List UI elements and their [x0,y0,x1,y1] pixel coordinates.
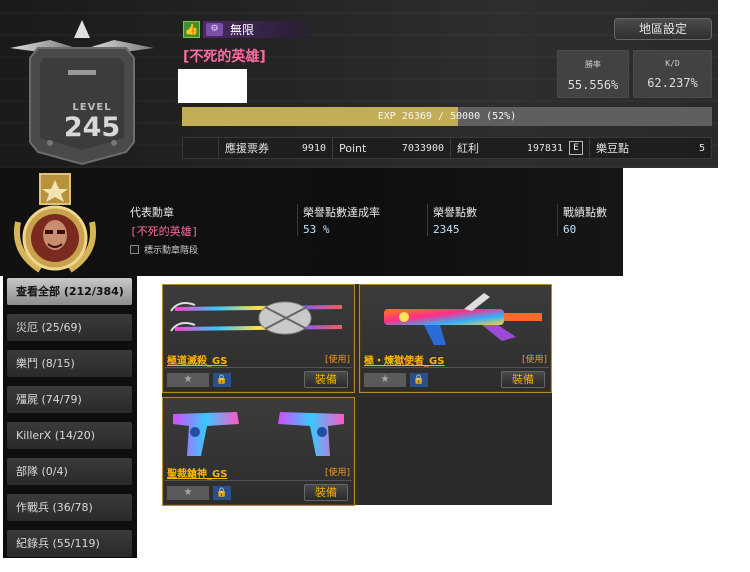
divider [427,204,428,236]
category-troop[interactable]: 部隊 (0/4) [7,458,132,485]
weapon-status: [使用] [324,468,350,478]
exchange-icon[interactable]: E [569,141,583,155]
player-name: [不死的英雄] [183,49,266,65]
category-combat-soldier[interactable]: 作戰兵 (36/78) [7,494,132,521]
currency-value: 9910 [301,142,326,154]
lock-icon[interactable]: 🔒 [213,373,231,387]
win-rate-box: 勝率 55.556% [557,50,629,98]
level-value: 245 [63,112,121,143]
show-stage-checkbox[interactable] [130,245,139,254]
equip-button[interactable]: 裝備 [501,371,545,388]
redacted-area [178,69,247,103]
weapon-name[interactable]: 極道滅殺_GS [167,352,227,367]
win-rate-value: 55.556% [567,78,619,92]
empty-weapon-slot [359,397,552,505]
honor-rate-column: 榮譽點數達成率 53 % [297,204,380,236]
rep-medal-value: [不死的英雄] [130,225,199,238]
currency-value: 197831 [526,142,563,154]
kd-value: 62.237% [647,76,698,90]
lock-icon[interactable]: 🔒 [410,373,428,387]
star-icon[interactable]: ★ [167,486,209,500]
honor-points-label: 榮譽點數 [433,206,477,219]
thumb-icon: 👍 [183,20,200,38]
honor-points-value: 2345 [433,223,460,236]
show-stage-toggle[interactable]: 標示勳章階段 [130,243,198,256]
category-fun-fight[interactable]: 樂鬥 (8/15) [7,350,132,377]
lock-icon[interactable]: 🔒 [213,486,231,500]
currency-label: 樂豆點 [596,142,629,155]
weapon-image [384,293,542,345]
weapon-image [170,301,343,335]
kd-box: K/D 62.237% [633,50,712,98]
currency-bonus: 紅利 197831 E [451,138,590,158]
currency-spacer [183,138,219,158]
honor-points-column: 榮譽點數 2345 [427,204,477,236]
divider [165,480,352,481]
weapon-status: [使用] [521,355,547,365]
divider [165,367,352,368]
divider [557,204,558,236]
currency-label: Point [339,141,367,155]
equip-button[interactable]: 裝備 [304,371,348,388]
category-killerx[interactable]: KillerX (14/20) [7,422,132,449]
honor-rate-value: 53 % [303,223,330,236]
medal-icon[interactable] [10,172,100,276]
weapon-status: [使用] [324,355,350,365]
record-points-label: 戰績點數 [563,206,607,219]
win-rate-label: 勝率 [585,60,601,69]
rep-medal-column: 代表勳章 [不死的英雄] 標示勳章階段 [130,204,198,256]
profile-header: LEVEL 245 👍 ⚙ 無限 [不死的英雄] 地區設定 勝率 55.556%… [0,0,718,168]
star-icon[interactable]: ★ [167,373,209,387]
category-disaster[interactable]: 災厄 (25/69) [7,314,132,341]
level-emblem: LEVEL 245 [10,18,154,166]
star-icon[interactable]: ★ [364,373,406,387]
currency-label: 應援票券 [225,142,269,155]
weapon-card[interactable]: 極・煉獄使者_GS [使用] ★ 🔒 裝備 [359,284,552,393]
status-row: 👍 ⚙ 無限 [183,20,315,38]
status-badge: ⚙ 無限 [203,20,315,38]
category-all[interactable]: 查看全部 (212/384) [7,278,132,305]
equip-button[interactable]: 裝備 [304,484,348,501]
status-text: 無限 [230,22,255,37]
currency-value: 7033900 [401,142,444,154]
record-points-column: 戰績點數 60 [557,204,607,236]
category-zombie[interactable]: 殭屍 (74/79) [7,386,132,413]
weapon-image [173,412,344,456]
map-settings-button[interactable]: 地區設定 [614,18,712,40]
show-stage-label: 標示勳章階段 [144,246,199,256]
honor-rate-label: 榮譽點數達成率 [303,206,380,219]
weapon-card[interactable]: 聖裁鎗神_GS [使用] ★ 🔒 裝備 [162,397,355,506]
category-record-soldier[interactable]: 紀錄兵 (55/119) [7,530,132,557]
medal-panel: 代表勳章 [不死的英雄] 標示勳章階段 榮譽點數達成率 53 % 榮譽點數 23… [0,168,623,276]
currency-point: Point 7033900 [333,138,451,158]
weapon-grid: 極道滅殺_GS [使用] ★ 🔒 裝備 極・煉獄使者_GS [使用] ★ 🔒 裝… [162,284,552,506]
weapon-name[interactable]: 極・煉獄使者_GS [364,352,444,367]
exp-text: EXP 26369 / 50000 (52%) [377,111,517,122]
status-icon: ⚙ [206,22,223,36]
category-sidebar: 查看全部 (212/384) 災厄 (25/69) 樂鬥 (8/15) 殭屍 (… [3,276,137,558]
exp-bar: EXP 26369 / 50000 (52%) [182,107,712,126]
kd-label: K/D [665,59,680,68]
currency-value: 5 [698,142,705,154]
currency-label: 紅利 [457,142,479,155]
currency-beans: 樂豆點 5 [590,138,711,158]
divider [362,367,549,368]
currency-support-tickets: 應援票券 9910 [219,138,333,158]
currency-row: 應援票券 9910 Point 7033900 紅利 197831 E 樂豆點 … [182,137,712,159]
record-points-value: 60 [563,223,577,236]
divider [297,204,298,236]
medal-graphic [14,173,96,273]
level-emblem-graphic [10,20,154,166]
rep-medal-label: 代表勳章 [130,206,174,219]
weapon-card[interactable]: 極道滅殺_GS [使用] ★ 🔒 裝備 [162,284,355,393]
weapon-name[interactable]: 聖裁鎗神_GS [167,465,227,480]
